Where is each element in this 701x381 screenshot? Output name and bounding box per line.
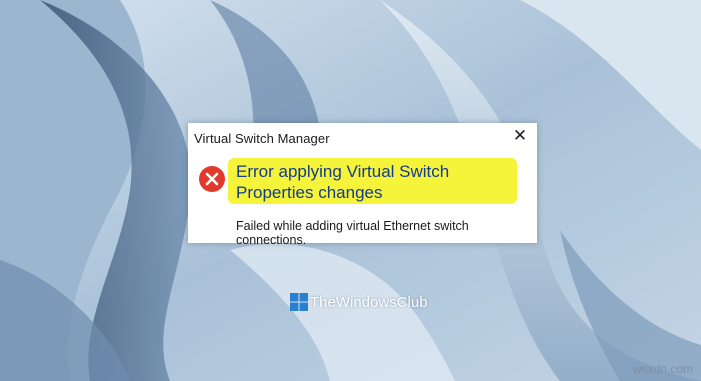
dialog-title: Virtual Switch Manager bbox=[194, 131, 330, 146]
error-heading: Error applying Virtual Switch Properties… bbox=[236, 162, 450, 202]
close-button[interactable]: ✕ bbox=[509, 125, 531, 147]
watermark: TheWindowsClub bbox=[289, 292, 428, 312]
watermark-text: TheWindowsClub bbox=[310, 293, 428, 311]
error-dialog: Virtual Switch Manager ✕ Error applying … bbox=[188, 123, 537, 247]
close-icon: ✕ bbox=[512, 126, 528, 145]
error-icon bbox=[199, 166, 225, 192]
corner-label: wsxdn.com bbox=[632, 362, 693, 376]
error-message: Failed while adding virtual Ethernet swi… bbox=[236, 219, 469, 247]
windows-logo-icon bbox=[290, 293, 308, 311]
